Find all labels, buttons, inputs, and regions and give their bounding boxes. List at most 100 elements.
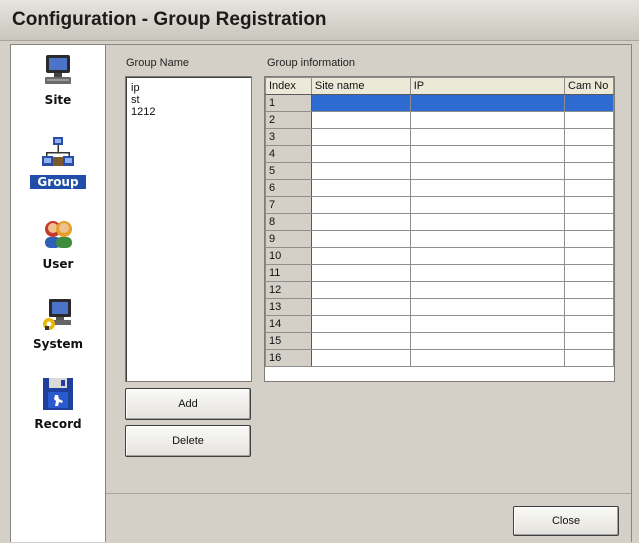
column-header-ip[interactable]: IP: [409, 77, 566, 95]
cam-no-cell[interactable]: [564, 145, 614, 163]
ip-cell[interactable]: [409, 94, 566, 112]
ip-cell[interactable]: [409, 298, 566, 316]
table-row[interactable]: 3: [265, 128, 614, 146]
site-name-cell[interactable]: [310, 94, 411, 112]
group-information-grid[interactable]: Index Site name IP Cam No 1 2 3 4 5 6 7 8 9 10 11 1…: [264, 76, 615, 382]
row-index-cell[interactable]: 7: [265, 196, 312, 214]
row-index-cell[interactable]: 3: [265, 128, 312, 146]
table-row[interactable]: 6: [265, 179, 614, 197]
cam-no-cell[interactable]: [564, 281, 614, 299]
cam-no-cell[interactable]: [564, 298, 614, 316]
add-button[interactable]: Add: [125, 388, 251, 420]
site-name-cell[interactable]: [310, 128, 411, 146]
row-index-cell[interactable]: 13: [265, 298, 312, 316]
table-row[interactable]: 10: [265, 247, 614, 265]
table-row[interactable]: 15: [265, 332, 614, 350]
site-name-cell[interactable]: [310, 315, 411, 333]
row-index-cell[interactable]: 12: [265, 281, 312, 299]
ip-cell[interactable]: [409, 111, 566, 129]
site-name-cell[interactable]: [310, 349, 411, 367]
sidebar-item-system[interactable]: System: [11, 297, 105, 355]
list-item[interactable]: ip: [131, 82, 140, 94]
ip-cell[interactable]: [409, 128, 566, 146]
table-row[interactable]: 8: [265, 213, 614, 231]
site-name-cell[interactable]: [310, 281, 411, 299]
row-index-cell[interactable]: 10: [265, 247, 312, 265]
sidebar-item-record[interactable]: Record: [11, 377, 105, 435]
sidebar-item-label: System: [33, 337, 83, 351]
ip-cell[interactable]: [409, 213, 566, 231]
column-header-cam-no[interactable]: Cam No: [564, 77, 614, 95]
cam-no-cell[interactable]: [564, 230, 614, 248]
site-name-cell[interactable]: [310, 298, 411, 316]
list-item[interactable]: st: [131, 94, 140, 106]
delete-button[interactable]: Delete: [125, 425, 251, 457]
row-index-cell[interactable]: 4: [265, 145, 312, 163]
ip-cell[interactable]: [409, 162, 566, 180]
ip-cell[interactable]: [409, 281, 566, 299]
table-row[interactable]: 11: [265, 264, 614, 282]
sidebar-item-group[interactable]: Group: [11, 135, 105, 193]
table-row[interactable]: 14: [265, 315, 614, 333]
cam-no-cell[interactable]: [564, 264, 614, 282]
table-row[interactable]: 5: [265, 162, 614, 180]
ip-cell[interactable]: [409, 264, 566, 282]
site-name-cell[interactable]: [310, 179, 411, 197]
row-index-cell[interactable]: 1: [265, 94, 312, 112]
sidebar-item-site[interactable]: Site: [11, 53, 105, 111]
site-name-cell[interactable]: [310, 332, 411, 350]
cam-no-cell[interactable]: [564, 162, 614, 180]
cam-no-cell[interactable]: [564, 179, 614, 197]
table-row[interactable]: 1: [265, 94, 614, 112]
site-name-cell[interactable]: [310, 230, 411, 248]
ip-cell[interactable]: [409, 247, 566, 265]
cam-no-cell[interactable]: [564, 111, 614, 129]
ip-cell[interactable]: [409, 179, 566, 197]
row-index-cell[interactable]: 6: [265, 179, 312, 197]
column-header-index[interactable]: Index: [265, 77, 312, 95]
bottom-bar: Close: [106, 493, 631, 543]
table-row[interactable]: 9: [265, 230, 614, 248]
site-name-cell[interactable]: [310, 264, 411, 282]
ip-cell[interactable]: [409, 315, 566, 333]
table-row[interactable]: 2: [265, 111, 614, 129]
row-index-cell[interactable]: 5: [265, 162, 312, 180]
ip-cell[interactable]: [409, 332, 566, 350]
sidebar-item-user[interactable]: User: [11, 217, 105, 275]
ip-cell[interactable]: [409, 145, 566, 163]
row-index-cell[interactable]: 9: [265, 230, 312, 248]
ip-cell[interactable]: [409, 196, 566, 214]
table-row[interactable]: 4: [265, 145, 614, 163]
cam-no-cell[interactable]: [564, 213, 614, 231]
row-index-cell[interactable]: 8: [265, 213, 312, 231]
table-row[interactable]: 13: [265, 298, 614, 316]
table-row[interactable]: 12: [265, 281, 614, 299]
site-name-cell[interactable]: [310, 196, 411, 214]
table-row[interactable]: 16: [265, 349, 614, 367]
site-name-cell[interactable]: [310, 111, 411, 129]
cam-no-cell[interactable]: [564, 94, 614, 112]
row-index-cell[interactable]: 11: [265, 264, 312, 282]
row-index-cell[interactable]: 14: [265, 315, 312, 333]
cam-no-cell[interactable]: [564, 196, 614, 214]
cam-no-cell[interactable]: [564, 349, 614, 367]
site-name-cell[interactable]: [310, 162, 411, 180]
cam-no-cell[interactable]: [564, 332, 614, 350]
site-name-cell[interactable]: [310, 145, 411, 163]
cam-no-cell[interactable]: [564, 128, 614, 146]
group-name-listbox[interactable]: ip st 1212: [125, 76, 252, 382]
cam-no-cell[interactable]: [564, 247, 614, 265]
close-button[interactable]: Close: [513, 506, 619, 536]
row-index-cell[interactable]: 15: [265, 332, 312, 350]
site-name-cell[interactable]: [310, 247, 411, 265]
column-header-site-name[interactable]: Site name: [310, 77, 411, 95]
cam-no-cell[interactable]: [564, 315, 614, 333]
row-index-cell[interactable]: 16: [265, 349, 312, 367]
site-name-cell[interactable]: [310, 213, 411, 231]
ip-cell[interactable]: [409, 349, 566, 367]
window-title: Configuration - Group Registration: [12, 9, 327, 30]
table-row[interactable]: 7: [265, 196, 614, 214]
ip-cell[interactable]: [409, 230, 566, 248]
list-item[interactable]: 1212: [131, 106, 155, 118]
row-index-cell[interactable]: 2: [265, 111, 312, 129]
